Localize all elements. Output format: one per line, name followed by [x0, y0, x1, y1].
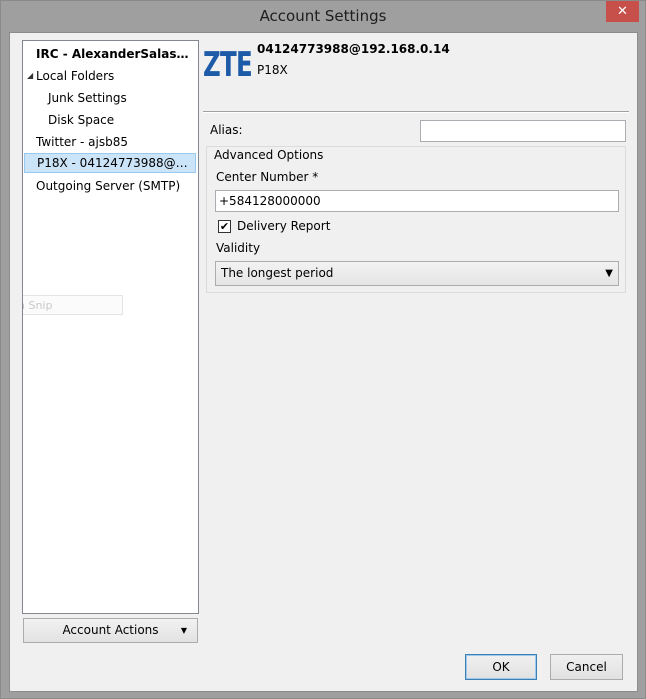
- account-model: P18X: [257, 63, 288, 77]
- tree-item-local-folders[interactable]: ◢ Local Folders: [23, 66, 197, 86]
- tree-item-label: Local Folders: [36, 69, 115, 83]
- tree-item-p18x[interactable]: P18X - 04124773988@192.16...: [24, 153, 196, 173]
- dialog-client-area: IRC - AlexanderSalas@chat... ◢ Local Fol…: [9, 32, 638, 692]
- account-tree[interactable]: IRC - AlexanderSalas@chat... ◢ Local Fol…: [22, 40, 199, 614]
- account-settings-window: Account Settings ✕ IRC - AlexanderSalas@…: [0, 0, 646, 699]
- chevron-down-icon: ▼: [605, 268, 613, 279]
- account-actions-label: Account Actions: [62, 623, 159, 637]
- account-actions-button[interactable]: Account Actions ▼: [23, 618, 198, 643]
- tree-item-twitter[interactable]: Twitter - ajsb85: [23, 132, 197, 152]
- center-number-label: Center Number *: [216, 170, 319, 184]
- tree-item-disk-space[interactable]: Disk Space: [23, 110, 197, 130]
- ghost-overlay-text: n Snip: [23, 295, 123, 315]
- ok-button[interactable]: OK: [465, 654, 537, 680]
- delivery-report-checkbox[interactable]: ✔: [218, 220, 231, 233]
- alias-input[interactable]: [420, 120, 626, 142]
- tree-item-outgoing-server[interactable]: Outgoing Server (SMTP): [23, 176, 197, 196]
- zte-logo: ZTE: [203, 45, 253, 85]
- close-button[interactable]: ✕: [606, 1, 639, 22]
- alias-label: Alias:: [210, 123, 243, 137]
- header-divider: [203, 111, 629, 113]
- advanced-options-legend: Advanced Options: [211, 148, 327, 162]
- validity-selected-value: The longest period: [221, 266, 334, 280]
- center-number-input[interactable]: +584128000000: [215, 190, 619, 212]
- dropdown-arrow-icon: ▼: [180, 626, 187, 635]
- tree-item-junk-settings[interactable]: Junk Settings: [23, 88, 197, 108]
- delivery-report-label[interactable]: Delivery Report: [237, 219, 330, 233]
- validity-select[interactable]: The longest period ▼: [215, 261, 619, 286]
- title-bar[interactable]: Account Settings ✕: [1, 1, 645, 32]
- tree-item-irc[interactable]: IRC - AlexanderSalas@chat...: [23, 44, 197, 64]
- validity-label: Validity: [216, 241, 261, 255]
- expander-icon[interactable]: ◢: [27, 66, 33, 86]
- window-title: Account Settings: [259, 7, 387, 25]
- account-title: 04124773988@192.168.0.14: [257, 42, 450, 56]
- cancel-button[interactable]: Cancel: [550, 654, 623, 680]
